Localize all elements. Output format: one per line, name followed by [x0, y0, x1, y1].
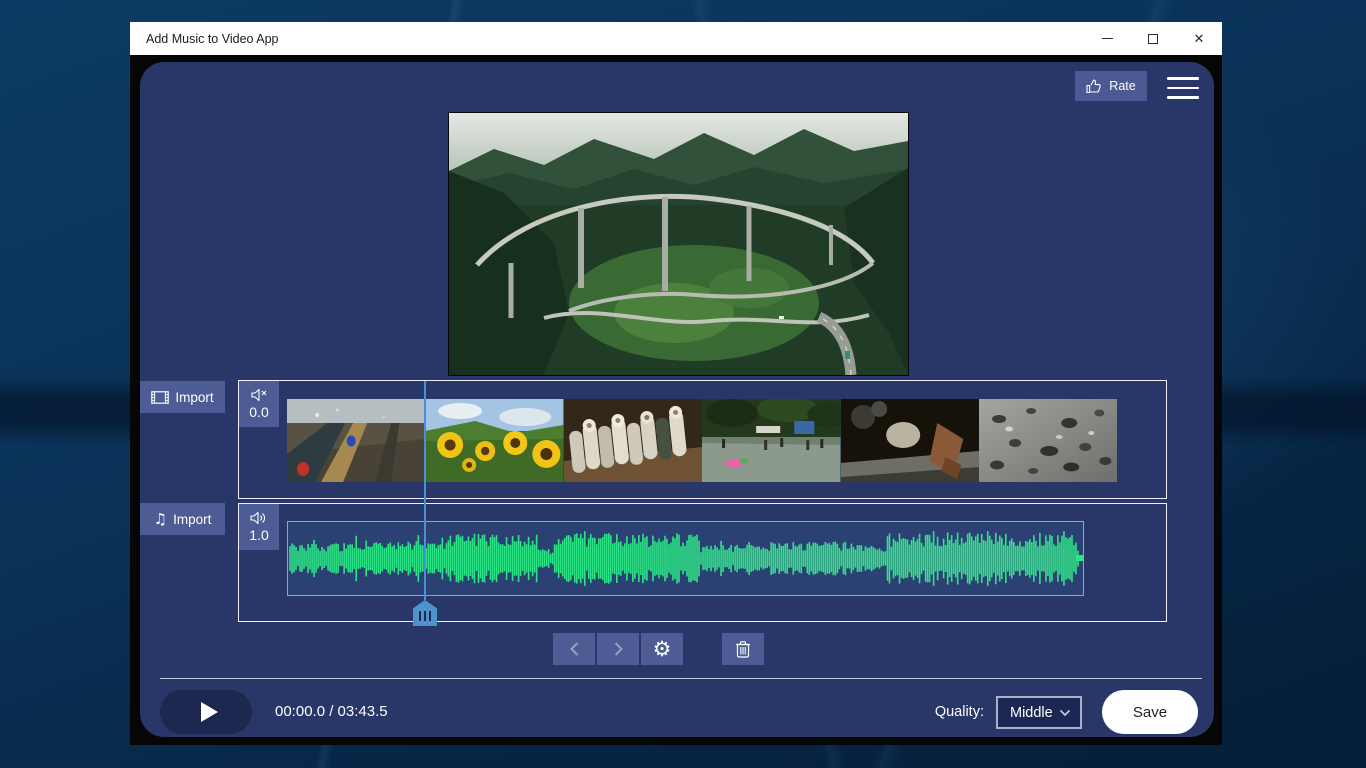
quality-dropdown[interactable]: Middle: [996, 696, 1082, 729]
video-volume-value: 0.0: [249, 404, 269, 420]
playhead-line: [424, 381, 426, 600]
import-video-label: Import: [175, 389, 214, 405]
audio-track[interactable]: 1.0: [238, 503, 1167, 622]
window-title: Add Music to Video App: [146, 31, 279, 46]
import-audio-button[interactable]: ♫ Import: [140, 503, 225, 535]
video-thumbnail-closeup: [840, 399, 979, 482]
hamburger-menu-button[interactable]: [1166, 75, 1200, 101]
app-window: Add Music to Video App ✕ Rate Import ♫ I…: [130, 22, 1222, 745]
maximize-button[interactable]: [1130, 22, 1176, 55]
music-note-icon: ♫: [153, 509, 168, 528]
audio-waveform: [289, 531, 1079, 586]
rate-button[interactable]: Rate: [1075, 71, 1147, 101]
next-button[interactable]: [597, 633, 639, 665]
minimize-button[interactable]: [1084, 22, 1130, 55]
time-display: 00:00.0 / 03:43.5: [275, 703, 388, 720]
video-thumbnail-strip[interactable]: [287, 399, 1118, 482]
audio-volume-badge[interactable]: 1.0: [239, 504, 279, 550]
video-thumbnail-paper-rolls: [563, 399, 703, 482]
import-audio-label: Import: [173, 511, 212, 527]
save-button[interactable]: Save: [1102, 690, 1198, 734]
audio-volume-value: 1.0: [249, 527, 269, 543]
minimize-icon: [1101, 37, 1113, 40]
close-button[interactable]: ✕: [1176, 22, 1222, 55]
video-thumbnail-sunflowers: [425, 399, 564, 482]
audio-clip[interactable]: [287, 521, 1084, 596]
chevron-down-icon: [1059, 709, 1071, 716]
speaker-muted-icon: [250, 388, 266, 402]
save-label: Save: [1132, 703, 1168, 721]
speaker-on-icon: [250, 511, 265, 525]
gear-icon: ⚙: [652, 636, 672, 661]
maximize-icon: [1148, 33, 1158, 44]
play-icon: [200, 702, 218, 722]
window-controls: ✕: [1084, 22, 1222, 55]
quality-label: Quality:: [934, 704, 984, 720]
video-track[interactable]: 0.0: [238, 380, 1167, 499]
quality-value: Middle: [1010, 704, 1053, 721]
import-video-button[interactable]: Import: [140, 381, 225, 413]
close-icon: ✕: [1193, 30, 1205, 46]
thumbs-up-icon: [1086, 79, 1102, 93]
video-thumbnail-rocks: [978, 399, 1118, 482]
hamburger-menu-icon: [1167, 77, 1199, 80]
trash-icon: [736, 641, 750, 658]
video-preview[interactable]: [448, 112, 909, 376]
chevron-left-icon: [569, 642, 578, 656]
film-icon: [151, 390, 170, 404]
rate-label: Rate: [1109, 79, 1136, 93]
titlebar[interactable]: Add Music to Video App ✕: [130, 22, 1222, 55]
delete-button[interactable]: [722, 633, 764, 665]
preview-frame-image: [449, 113, 908, 375]
bottom-separator: [160, 678, 1202, 679]
previous-button[interactable]: [553, 633, 595, 665]
video-thumbnail-balloons: [287, 399, 426, 482]
video-thumbnail-river: [702, 399, 841, 482]
audio-clip-trim-handle[interactable]: [1076, 555, 1084, 561]
settings-button[interactable]: ⚙: [641, 633, 683, 665]
app-content-panel: Rate Import ♫ Import 0.0 1.0 ⚙ 00:00.0 /…: [140, 62, 1214, 737]
play-button[interactable]: [160, 690, 252, 734]
video-volume-badge[interactable]: 0.0: [239, 381, 279, 427]
chevron-right-icon: [614, 642, 623, 656]
